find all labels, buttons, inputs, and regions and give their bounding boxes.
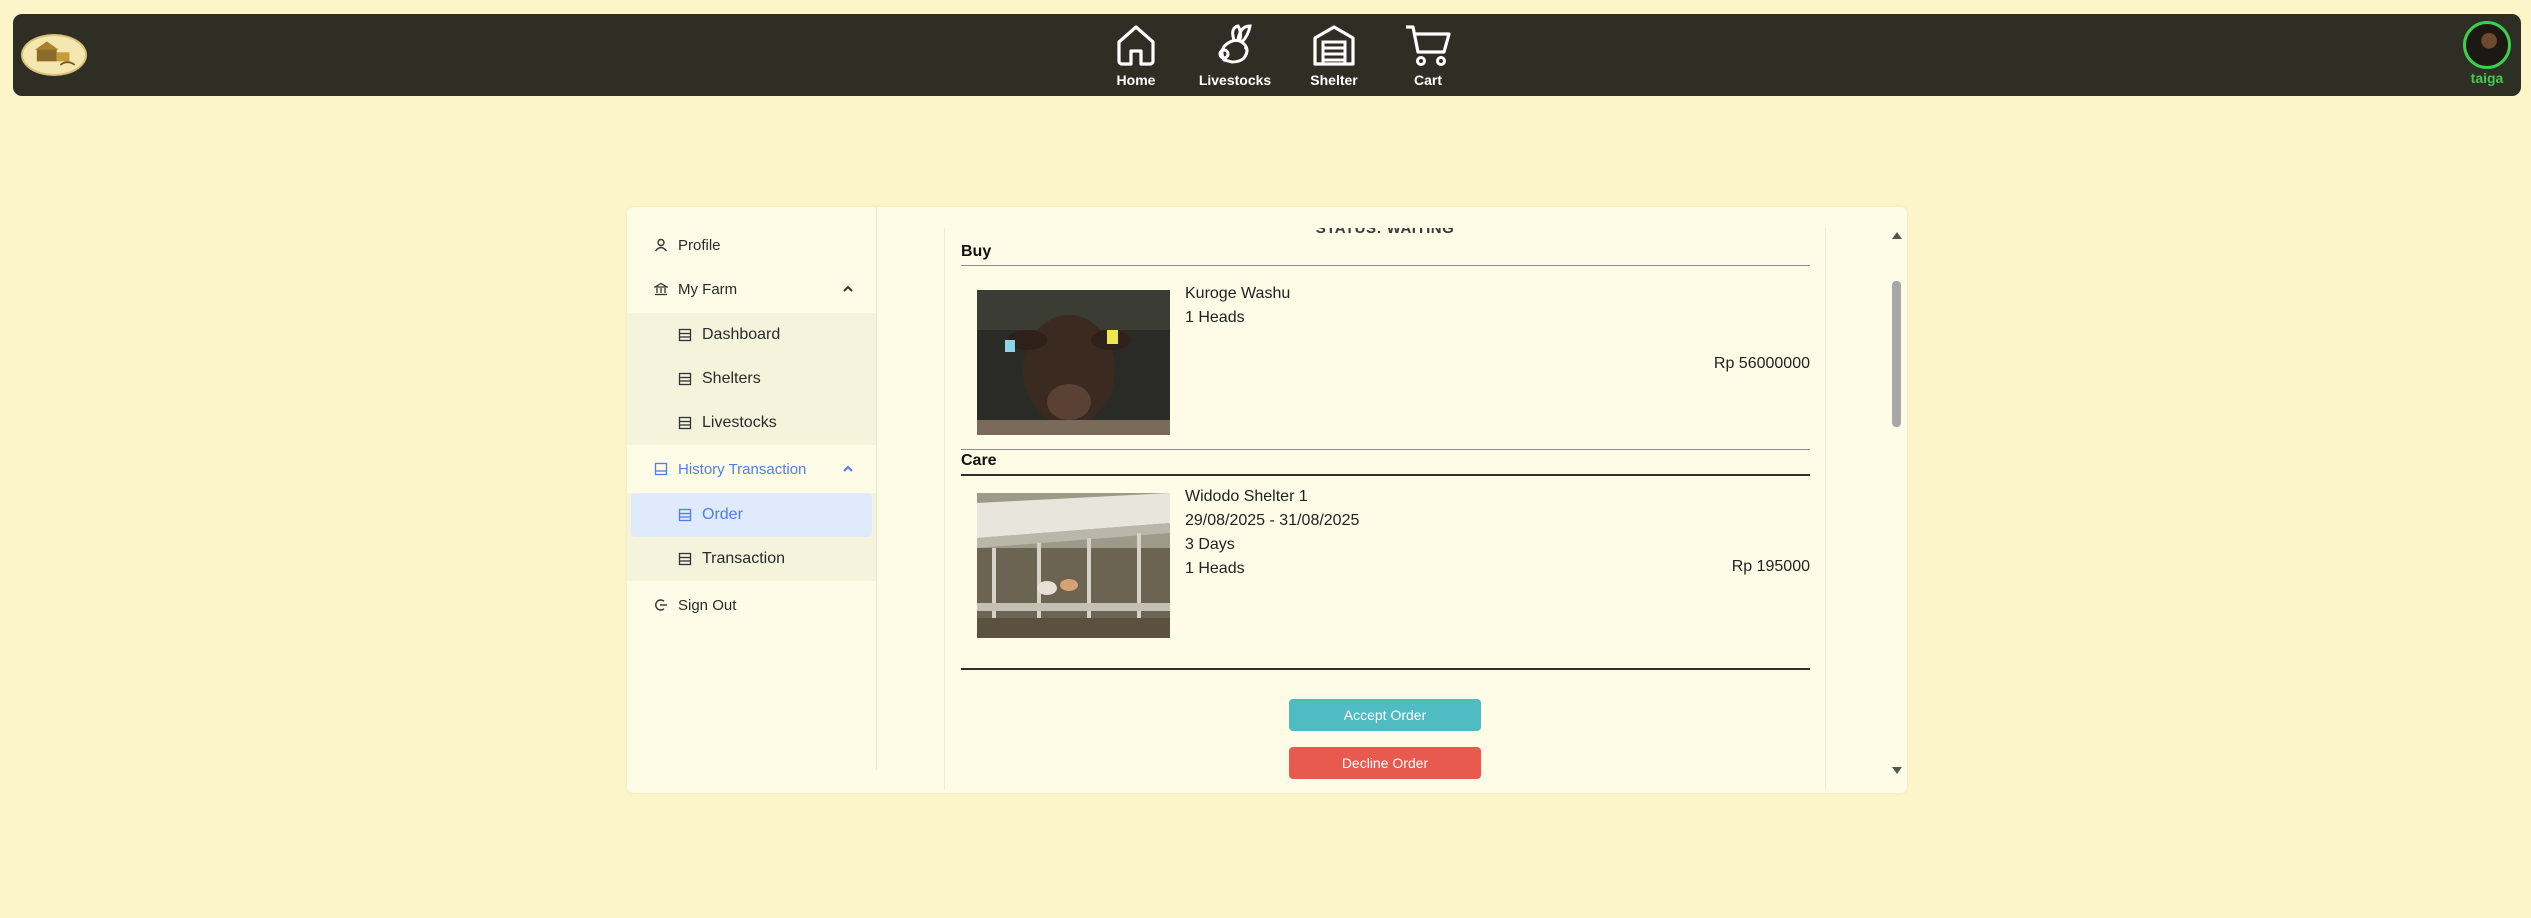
sidebar-item-transaction[interactable]: Transaction <box>627 537 876 581</box>
buy-item-qty: 1 Heads <box>1185 309 1245 326</box>
table-icon <box>678 372 692 386</box>
divider <box>961 668 1810 670</box>
care-item-days: 3 Days <box>1185 536 1235 553</box>
livestock-image[interactable] <box>977 290 1170 435</box>
care-item-name: Widodo Shelter 1 <box>1185 488 1308 505</box>
chevron-up-icon[interactable] <box>842 463 854 475</box>
nav-cart[interactable]: Cart <box>1397 20 1459 88</box>
sidebar-label-shelters: Shelters <box>702 370 761 387</box>
avatar[interactable] <box>2463 21 2511 69</box>
buy-item-name: Kuroge Washu <box>1185 285 1291 302</box>
sidebar-label-livestocks: Livestocks <box>702 414 777 431</box>
divider <box>961 265 1810 266</box>
accept-order-button[interactable]: Accept Order <box>1289 699 1481 731</box>
buy-item-price: Rp 56000000 <box>1713 355 1810 372</box>
sidebar-label-my-farm: My Farm <box>678 280 738 298</box>
decline-order-button[interactable]: Decline Order <box>1289 747 1481 779</box>
nav-home[interactable]: Home <box>1103 20 1169 88</box>
warehouse-icon <box>1313 25 1355 66</box>
sidebar-item-shelters[interactable]: Shelters <box>627 357 876 401</box>
user-icon <box>654 238 668 252</box>
sidebar-item-order[interactable]: Order <box>631 493 872 537</box>
nav-shelter-label: Shelter <box>1310 72 1358 88</box>
sidebar: Profile My Farm Dashboard Shelters Lives… <box>627 207 877 770</box>
sidebar-item-dashboard[interactable]: Dashboard <box>627 313 876 357</box>
sidebar-item-profile[interactable]: Profile <box>627 225 876 265</box>
divider <box>961 474 1810 476</box>
care-item-price: Rp 195000 <box>1731 558 1810 575</box>
care-item-qty: 1 Heads <box>1185 560 1245 577</box>
sidebar-item-history-transaction[interactable]: History Transaction <box>627 449 876 489</box>
table-icon <box>678 416 692 430</box>
sidebar-item-sign-out[interactable]: Sign Out <box>627 585 876 625</box>
user-name: taiga <box>2470 70 2504 86</box>
farm-logo[interactable] <box>21 34 87 76</box>
sidebar-item-livestocks[interactable]: Livestocks <box>627 401 876 445</box>
sidebar-label-history: History Transaction <box>678 460 807 478</box>
user-menu[interactable]: taiga <box>2459 21 2515 86</box>
buy-section-title: Buy <box>961 243 992 260</box>
sidebar-label-order: Order <box>702 506 743 523</box>
nav-shelter[interactable]: Shelter <box>1301 20 1367 88</box>
scroll-thumb[interactable] <box>1892 281 1901 427</box>
table-icon <box>678 552 692 566</box>
bank-icon <box>654 282 668 296</box>
order-panel: STATUS: WAITING Buy Kuroge Washu 1 Heads… <box>944 228 1826 790</box>
divider <box>961 449 1810 450</box>
logout-icon <box>655 599 667 611</box>
top-navbar: Home Livestocks Shelter Cart taiga <box>13 14 2521 96</box>
table-icon <box>678 508 692 522</box>
sidebar-label-dashboard: Dashboard <box>702 326 781 343</box>
inbox-icon <box>654 462 668 476</box>
sidebar-label-profile: Profile <box>678 236 721 254</box>
sidebar-label-transaction: Transaction <box>702 550 785 567</box>
sidebar-item-my-farm[interactable]: My Farm <box>627 269 876 309</box>
nav-cart-label: Cart <box>1413 72 1442 88</box>
history-submenu: Order Transaction <box>627 493 876 581</box>
home-icon <box>1117 25 1155 66</box>
order-status: STATUS: WAITING <box>1315 228 1455 237</box>
chevron-up-icon[interactable] <box>842 283 854 295</box>
my-farm-submenu: Dashboard Shelters Livestocks <box>627 313 876 445</box>
rabbit-icon <box>1218 24 1252 64</box>
scroll-up-arrow-icon[interactable] <box>1892 232 1902 239</box>
shelter-image[interactable] <box>977 493 1170 638</box>
buy-item-details: Kuroge Washu 1 Heads <box>1185 282 1290 330</box>
care-item-details: Widodo Shelter 1 29/08/2025 - 31/08/2025… <box>1185 485 1359 581</box>
nav-livestocks[interactable]: Livestocks <box>1199 20 1271 88</box>
care-section-title: Care <box>961 452 997 469</box>
sidebar-label-sign-out: Sign Out <box>678 596 737 614</box>
care-item-dates: 29/08/2025 - 31/08/2025 <box>1185 512 1360 529</box>
nav-livestocks-label: Livestocks <box>1198 72 1272 88</box>
account-card: Profile My Farm Dashboard Shelters Lives… <box>627 207 1907 793</box>
scrollbar[interactable] <box>1889 228 1903 774</box>
cart-icon <box>1406 25 1451 66</box>
main-nav: Home Livestocks Shelter Cart <box>1103 20 1489 88</box>
nav-home-label: Home <box>1116 72 1156 88</box>
table-icon <box>678 328 692 342</box>
scroll-down-arrow-icon[interactable] <box>1892 767 1902 774</box>
